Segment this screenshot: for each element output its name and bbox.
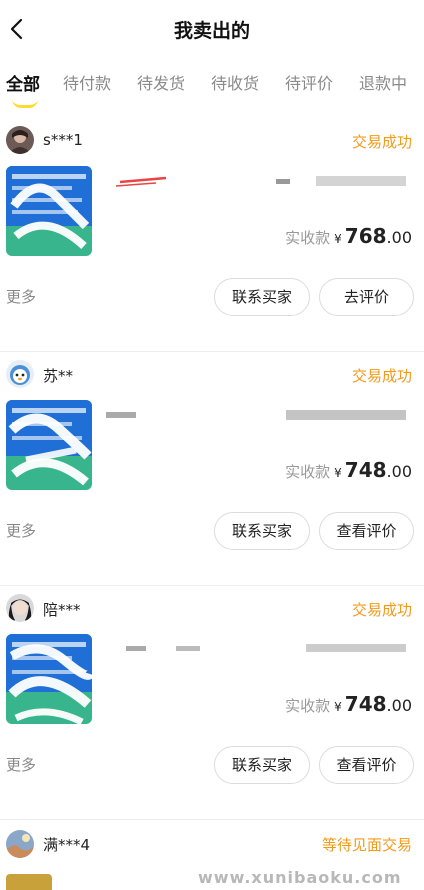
price-integer: 748 [344, 458, 387, 482]
buyer-name[interactable]: 苏** [43, 365, 73, 386]
price-label: 实收款 [285, 229, 331, 247]
price-decimal: .00 [386, 228, 412, 247]
currency-symbol: ¥ [334, 700, 342, 714]
order-list: s***1 交易成功 实收款 ¥ 768 .00 更多 联系买家 去评价 苏**… [0, 118, 424, 820]
buyer-avatar[interactable] [6, 830, 34, 858]
more-link[interactable]: 更多 [6, 286, 36, 307]
product-thumbnail[interactable] [6, 166, 92, 256]
status-tabs: 全部 待付款 待发货 待收货 待评价 退款中 [0, 70, 424, 114]
order-card[interactable]: s***1 交易成功 实收款 ¥ 768 .00 更多 联系买家 去评价 [0, 118, 424, 352]
price-integer: 748 [344, 692, 387, 716]
order-header: s***1 交易成功 [0, 122, 424, 158]
buyer-avatar[interactable] [6, 126, 34, 154]
product-thumbnail[interactable] [6, 874, 52, 890]
tab-pending-receipt[interactable]: 待收货 [198, 70, 272, 114]
price-integer: 768 [344, 224, 387, 248]
more-link[interactable]: 更多 [6, 520, 36, 541]
product-title-redacted[interactable] [106, 170, 410, 192]
tab-refunding[interactable]: 退款中 [346, 70, 420, 114]
tab-pending-shipment[interactable]: 待发货 [124, 70, 198, 114]
view-review-button[interactable]: 查看评价 [319, 746, 414, 784]
buyer-name[interactable]: s***1 [43, 131, 83, 149]
more-link[interactable]: 更多 [6, 754, 36, 775]
watermark: www.xunibaoku.com [198, 868, 402, 887]
tab-all[interactable]: 全部 [0, 70, 50, 114]
currency-symbol: ¥ [334, 232, 342, 246]
order-header: 苏** 交易成功 [0, 356, 424, 392]
price-label: 实收款 [285, 697, 331, 715]
received-amount: 实收款 ¥ 748 .00 [285, 458, 412, 482]
tab-pending-payment[interactable]: 待付款 [50, 70, 124, 114]
product-title-redacted[interactable] [106, 404, 410, 426]
product-title-redacted[interactable] [106, 638, 410, 660]
order-card[interactable]: 陪*** 交易成功 实收款 ¥ 748 .00 更多 联系买家 查看评价 [0, 586, 424, 820]
price-decimal: .00 [386, 462, 412, 481]
review-button[interactable]: 去评价 [319, 278, 414, 316]
top-bar: 我卖出的 [0, 0, 424, 58]
buyer-name[interactable]: 满***4 [43, 834, 90, 855]
buyer-avatar[interactable] [6, 360, 34, 388]
order-status: 交易成功 [351, 133, 412, 151]
tab-pending-review[interactable]: 待评价 [272, 70, 346, 114]
currency-symbol: ¥ [334, 466, 342, 480]
order-header: 陪*** 交易成功 [0, 590, 424, 626]
price-label: 实收款 [285, 463, 331, 481]
contact-buyer-button[interactable]: 联系买家 [214, 746, 310, 784]
product-thumbnail[interactable] [6, 634, 92, 724]
buyer-name[interactable]: 陪*** [43, 599, 81, 620]
order-status: 交易成功 [351, 367, 412, 385]
order-status: 等待见面交易 [321, 836, 412, 854]
product-thumbnail[interactable] [6, 400, 92, 490]
price-decimal: .00 [386, 696, 412, 715]
buyer-avatar[interactable] [6, 594, 34, 622]
order-status: 交易成功 [351, 601, 412, 619]
received-amount: 实收款 ¥ 748 .00 [285, 692, 412, 716]
order-card[interactable]: 苏** 交易成功 实收款 ¥ 748 .00 更多 联系买家 查看评价 [0, 352, 424, 586]
contact-buyer-button[interactable]: 联系买家 [214, 278, 310, 316]
page-title: 我卖出的 [173, 20, 250, 42]
received-amount: 实收款 ¥ 768 .00 [285, 224, 412, 248]
view-review-button[interactable]: 查看评价 [319, 512, 414, 550]
contact-buyer-button[interactable]: 联系买家 [214, 512, 310, 550]
